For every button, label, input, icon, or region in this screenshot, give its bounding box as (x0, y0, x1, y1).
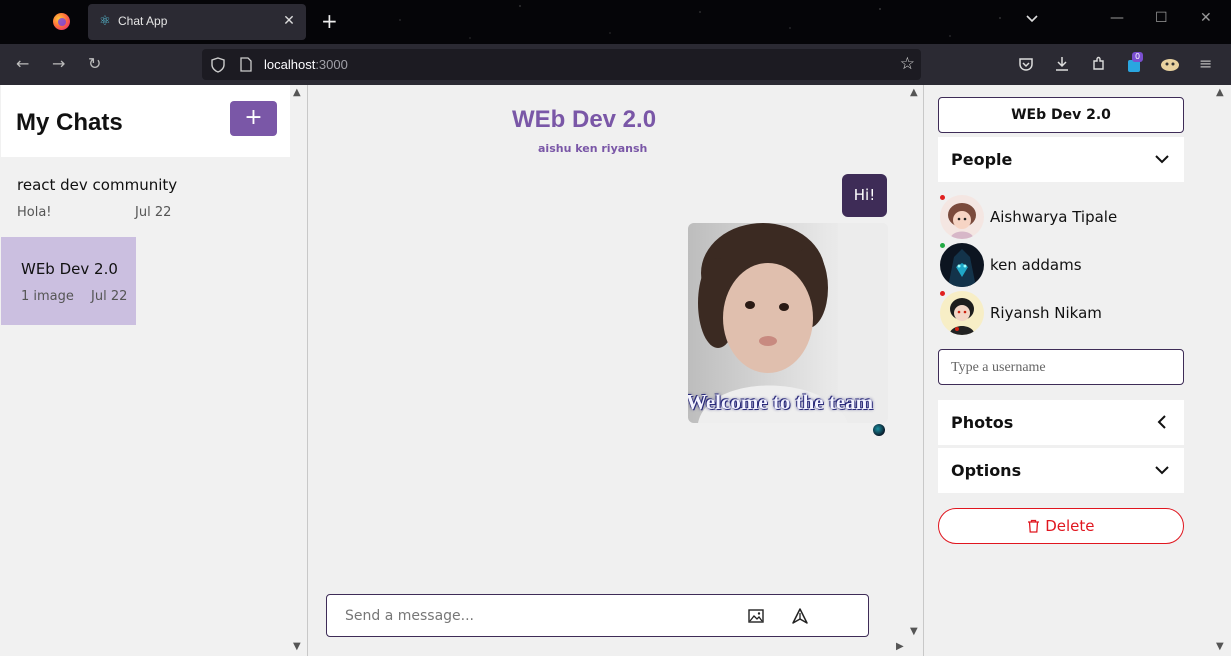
sender-avatar (873, 424, 885, 436)
person-name: Riyansh Nikam (990, 304, 1102, 322)
firefox-icon[interactable] (53, 13, 70, 30)
photos-label: Photos (951, 413, 1014, 432)
message-image[interactable]: Welcome to the team (688, 223, 888, 423)
conversation-panel: WEb Dev 2.0 aishu ken riyansh Hi! Welcom… (308, 85, 924, 656)
status-dot (940, 195, 945, 200)
chevron-down-icon (1155, 155, 1169, 164)
people-label: People (951, 150, 1013, 169)
url-bar[interactable]: localhost:3000 ☆ (202, 49, 921, 80)
status-dot (940, 291, 945, 296)
chat-item-web-dev[interactable]: WEb Dev 2.0 1 image Jul 22 (1, 237, 136, 325)
bookmark-star-icon[interactable]: ☆ (900, 54, 915, 74)
browser-nav-bar: ← → ↻ localhost:3000 ☆ ≡ (0, 44, 1231, 85)
chat-members: aishu ken riyansh (538, 142, 648, 155)
chat-list-panel: My Chats + react dev community Hola! Jul… (0, 85, 308, 656)
browser-tab[interactable]: ⚛ Chat App ✕ (88, 4, 306, 40)
close-window-icon[interactable]: ✕ (1200, 10, 1212, 26)
chat-name: react dev community (17, 176, 178, 194)
person-name: ken addams (990, 256, 1082, 274)
image-caption: Welcome to the team (688, 390, 874, 414)
message-bubble: Hi! (842, 174, 887, 217)
scroll-down-icon[interactable]: ▼ (910, 626, 918, 637)
options-label: Options (951, 461, 1022, 480)
people-section-header[interactable]: People (938, 137, 1184, 182)
scroll-down-icon[interactable]: ▼ (1216, 641, 1224, 652)
photos-section-header[interactable]: Photos (938, 400, 1184, 445)
avatar (940, 291, 984, 335)
person-riyansh[interactable]: Riyansh Nikam (938, 291, 1184, 335)
send-icon[interactable] (791, 607, 809, 625)
browser-tab-bar: ⚛ Chat App ✕ + — ☐ ✕ (0, 0, 1231, 44)
chat-list-header: My Chats + (1, 85, 290, 157)
chat-item-react-dev-community[interactable]: react dev community Hola! Jul 22 (1, 165, 290, 225)
extension-badge: 0 (1132, 52, 1144, 62)
username-input[interactable] (951, 358, 1171, 378)
message-composer (326, 594, 869, 637)
shield-icon[interactable] (211, 57, 225, 73)
forward-icon[interactable]: → (52, 54, 65, 74)
chat-date: Jul 22 (135, 205, 172, 220)
scroll-up-icon[interactable]: ▲ (910, 87, 918, 98)
menu-icon[interactable]: ≡ (1199, 54, 1212, 74)
trash-icon (1028, 519, 1040, 533)
scroll-down-icon[interactable]: ▼ (293, 641, 301, 652)
scroll-right-icon[interactable]: ▶ (896, 641, 904, 652)
pocket-icon[interactable] (1018, 56, 1034, 72)
minimize-icon[interactable]: — (1110, 10, 1124, 26)
reload-icon[interactable]: ↻ (88, 54, 101, 74)
message-input[interactable] (345, 606, 725, 626)
page-icon (240, 57, 252, 72)
back-icon[interactable]: ← (16, 54, 29, 74)
chat-name: WEb Dev 2.0 (21, 260, 118, 278)
list-tabs-icon[interactable] (1025, 12, 1039, 26)
scroll-up-icon[interactable]: ▲ (293, 87, 301, 98)
avatar (940, 195, 984, 239)
chat-date: Jul 22 (91, 289, 128, 304)
tab-title: Chat App (118, 14, 168, 28)
status-dot (940, 243, 945, 248)
extension-face-icon[interactable] (1160, 56, 1180, 72)
delete-button[interactable]: Delete (938, 508, 1184, 544)
person-name: Aishwarya Tipale (990, 208, 1118, 226)
new-group-button[interactable]: + (230, 101, 277, 136)
chevron-down-icon (1155, 466, 1169, 475)
group-name-button[interactable]: WEb Dev 2.0 (938, 97, 1184, 133)
avatar (940, 243, 984, 287)
react-icon: ⚛ (99, 14, 111, 29)
url-text: localhost:3000 (264, 57, 348, 72)
chat-last-message: Hola! (17, 205, 52, 220)
maximize-icon[interactable]: ☐ (1155, 10, 1168, 26)
delete-label: Delete (1045, 517, 1095, 535)
options-section-header[interactable]: Options (938, 448, 1184, 493)
new-tab-button[interactable]: + (321, 10, 338, 32)
image-upload-icon[interactable] (747, 607, 765, 625)
chat-last-message: 1 image (21, 289, 74, 304)
person-ken[interactable]: ken addams (938, 243, 1184, 287)
download-icon[interactable] (1054, 56, 1070, 72)
add-user-field (938, 349, 1184, 385)
chat-title: WEb Dev 2.0 (512, 106, 657, 133)
page-title: My Chats (16, 109, 123, 136)
scroll-up-icon[interactable]: ▲ (1216, 87, 1224, 98)
close-tab-icon[interactable]: ✕ (280, 12, 298, 30)
chevron-left-icon (1157, 415, 1166, 429)
extensions-icon[interactable] (1091, 56, 1107, 72)
person-aishwarya[interactable]: Aishwarya Tipale (938, 195, 1184, 239)
chat-details-panel: WEb Dev 2.0 People Aishwarya Tipale ken … (924, 85, 1231, 656)
